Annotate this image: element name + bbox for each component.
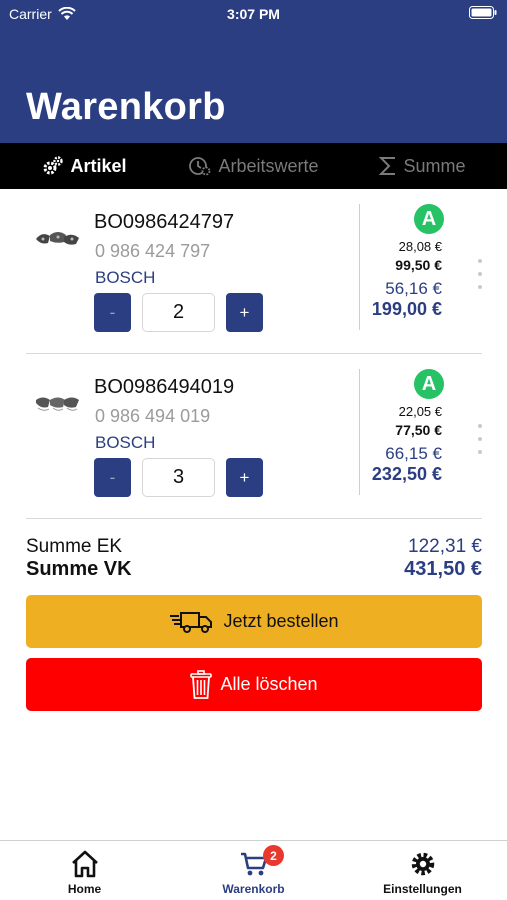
- brake-pads-thumbnail: [36, 397, 79, 411]
- cart-count-badge: 2: [263, 845, 284, 866]
- nav-home-label: Home: [67, 882, 102, 896]
- app-header: Carrier 3:07 PM Warenkorb: [0, 0, 507, 143]
- delete-all-label: Alle löschen: [220, 674, 318, 694]
- nav-home[interactable]: Home: [0, 841, 169, 900]
- dot: [478, 450, 482, 454]
- cart-list: BO0986424797 0 986 424 797 BOSCH - 2 + A…: [0, 189, 507, 519]
- ek-total-price: 56,16 €: [385, 279, 442, 298]
- sigma-icon: [379, 157, 396, 175]
- vertical-divider: [359, 369, 360, 495]
- summary-ek-value: 122,31 €: [408, 536, 482, 557]
- article-number: BO0986494019: [94, 376, 235, 398]
- order-now-label: Jetzt bestellen: [223, 611, 339, 631]
- cart-summary: Summe EK 122,31 € Summe VK 431,50 €: [26, 536, 482, 581]
- item-more-options-button[interactable]: [474, 424, 486, 454]
- delivery-truck-icon: [170, 611, 213, 633]
- cart-item: BO0986494019 0 986 494 019 BOSCH - 3 + A…: [0, 354, 507, 519]
- dot: [478, 272, 482, 276]
- status-time: 3:07 PM: [227, 6, 280, 22]
- article-brand: BOSCH: [95, 268, 156, 287]
- ek-total-price: 66,15 €: [385, 444, 442, 463]
- battery-icon: [469, 6, 497, 22]
- status-bar: Carrier 3:07 PM: [0, 0, 507, 30]
- nav-warenkorb[interactable]: 2 Warenkorb: [169, 841, 338, 900]
- home-icon: [71, 850, 98, 878]
- tab-arbeitswerte-label: Arbeitswerte: [218, 155, 319, 176]
- vk-total-price: 199,00 €: [371, 299, 442, 319]
- gear-icon: [411, 852, 434, 876]
- item-more-options-button[interactable]: [474, 259, 486, 289]
- availability-badge: A: [414, 204, 444, 234]
- vk-unit-price: 99,50 €: [395, 257, 442, 273]
- bottom-navigation: Home 2 Warenkorb Einstellungen: [0, 840, 507, 900]
- dot: [478, 437, 482, 441]
- summary-ek-label: Summe EK: [26, 536, 123, 557]
- brake-pads-thumbnail: [36, 232, 79, 245]
- order-now-button[interactable]: Jetzt bestellen: [26, 595, 482, 648]
- trash-icon: [190, 669, 213, 699]
- cart-item: BO0986424797 0 986 424 797 BOSCH - 2 + A…: [0, 189, 507, 354]
- summary-vk-label: Summe VK: [26, 558, 132, 580]
- nav-einstellungen-label: Einstellungen: [383, 882, 462, 896]
- gears-icon: [43, 156, 64, 175]
- article-ean: 0 986 424 797: [95, 241, 211, 261]
- tab-arbeitswerte[interactable]: Arbeitswerte: [169, 143, 338, 189]
- article-ean: 0 986 494 019: [95, 406, 211, 426]
- decrease-quantity-button[interactable]: -: [94, 458, 131, 497]
- segment-tabs: Artikel Arbeitswerte Summe: [0, 143, 507, 189]
- nav-warenkorb-label: Warenkorb: [222, 882, 285, 896]
- summary-vk-row: Summe VK 431,50 €: [26, 558, 482, 581]
- article-brand: BOSCH: [95, 433, 156, 452]
- decrease-quantity-button[interactable]: -: [94, 293, 131, 332]
- delete-all-button[interactable]: Alle löschen: [26, 658, 482, 711]
- vk-total-price: 232,50 €: [371, 464, 442, 484]
- article-number: BO0986424797: [94, 211, 235, 233]
- summary-vk-value: 431,50 €: [404, 558, 482, 580]
- tab-summe-label: Summe: [403, 155, 466, 176]
- increase-quantity-button[interactable]: +: [226, 458, 263, 497]
- tab-artikel[interactable]: Artikel: [0, 143, 169, 189]
- nav-einstellungen[interactable]: Einstellungen: [338, 841, 507, 900]
- clock-gear-icon: [189, 157, 211, 176]
- dot: [478, 285, 482, 289]
- increase-quantity-button[interactable]: +: [226, 293, 263, 332]
- tab-summe[interactable]: Summe: [338, 143, 507, 189]
- summary-ek-row: Summe EK 122,31 €: [26, 536, 482, 558]
- ek-unit-price: 22,05 €: [398, 404, 442, 419]
- vertical-divider: [359, 204, 360, 330]
- vk-unit-price: 77,50 €: [395, 422, 442, 438]
- page-title: Warenkorb: [26, 86, 226, 128]
- dot: [478, 259, 482, 263]
- dot: [478, 424, 482, 428]
- availability-badge: A: [414, 369, 444, 399]
- item-divider: [26, 518, 482, 519]
- quantity-input[interactable]: 2: [142, 293, 215, 332]
- tab-artikel-label: Artikel: [70, 155, 127, 176]
- quantity-input[interactable]: 3: [142, 458, 215, 497]
- ek-unit-price: 28,08 €: [398, 239, 442, 254]
